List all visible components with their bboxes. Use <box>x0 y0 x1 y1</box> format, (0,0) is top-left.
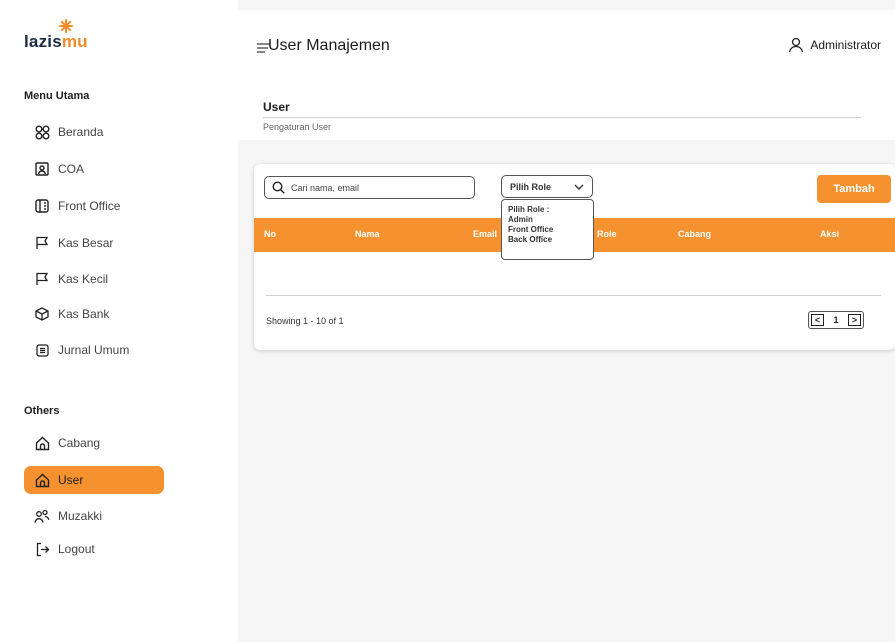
home-icon <box>34 472 50 488</box>
section-heading: User <box>263 100 290 114</box>
sidebar-item-label: Kas Bank <box>58 307 110 321</box>
others-title: Others <box>24 405 60 417</box>
column-header-cabang: Cabang <box>678 229 712 239</box>
current-page[interactable]: 1 <box>833 315 838 325</box>
search-icon <box>272 181 285 194</box>
document-icon <box>34 342 50 358</box>
sidebar-item-label: Beranda <box>58 125 104 139</box>
sidebar-item-label: Logout <box>58 542 95 556</box>
home-icon <box>34 435 50 451</box>
flag-icon <box>34 235 50 251</box>
chevron-down-icon <box>574 182 584 192</box>
sidebar-item-front-office[interactable]: Front Office <box>24 192 164 220</box>
sidebar: lazismu Menu Utama Beranda COA Front Off… <box>0 0 238 642</box>
sidebar-item-label: Kas Besar <box>58 236 114 250</box>
section-header: User Pengaturan User <box>238 80 895 140</box>
sidebar-item-label: Jurnal Umum <box>58 343 130 357</box>
brand-part1: lazis <box>24 32 62 51</box>
prev-page-button[interactable]: < <box>811 314 824 326</box>
sidebar-item-kas-bank[interactable]: Kas Bank <box>24 300 164 328</box>
pagination-info: Showing 1 - 10 of 1 <box>266 316 344 326</box>
sidebar-item-jurnal-umum[interactable]: Jurnal Umum <box>24 336 164 364</box>
box-icon <box>34 306 50 322</box>
sidebar-item-coa[interactable]: COA <box>24 155 164 183</box>
main-area: User Manajemen Administrator User Pengat… <box>238 0 895 642</box>
role-select-label: Pilih Role <box>510 181 552 192</box>
logout-icon <box>34 541 50 557</box>
grid-icon <box>34 124 50 140</box>
brand-part2: mu <box>61 32 88 51</box>
role-select[interactable]: Pilih Role <box>501 175 593 198</box>
building-icon <box>34 198 50 214</box>
user-icon <box>788 37 804 53</box>
column-header-no: No <box>264 229 276 239</box>
sidebar-item-cabang[interactable]: Cabang <box>24 429 164 457</box>
pagination: < 1 > <box>808 311 864 329</box>
role-option-admin[interactable]: Admin <box>508 215 587 225</box>
sidebar-item-label: Front Office <box>58 199 121 213</box>
user-name: Administrator <box>810 38 881 52</box>
sidebar-item-label: COA <box>58 162 85 176</box>
topbar: User Manajemen Administrator <box>238 10 895 80</box>
sidebar-item-kas-kecil[interactable]: Kas Kecil <box>24 265 164 293</box>
role-option-back-office[interactable]: Back Office <box>508 235 587 245</box>
sidebar-item-kas-besar[interactable]: Kas Besar <box>24 229 164 257</box>
column-header-aksi: Aksi <box>820 229 840 239</box>
sidebar-item-muzakki[interactable]: Muzakki <box>24 502 164 530</box>
menu-utama-title: Menu Utama <box>24 90 90 102</box>
sidebar-item-label: Muzakki <box>58 509 103 523</box>
users-icon <box>34 508 50 524</box>
column-header-role: Role <box>597 229 617 239</box>
sidebar-item-logout[interactable]: Logout <box>24 535 164 563</box>
page-title: User Manajemen <box>268 37 390 54</box>
search-input[interactable] <box>291 182 461 193</box>
add-user-button[interactable]: Tambah <box>817 175 891 203</box>
logo-star-icon <box>59 19 73 33</box>
divider <box>263 117 861 118</box>
next-page-button[interactable]: > <box>847 314 861 326</box>
sidebar-item-beranda[interactable]: Beranda <box>24 118 164 146</box>
user-card-icon <box>34 161 50 177</box>
search-box[interactable] <box>264 176 475 199</box>
sidebar-item-label: Kas Kecil <box>58 272 109 286</box>
role-dropdown-menu: Pilih Role : Admin Front Office Back Off… <box>501 199 594 260</box>
role-option-header: Pilih Role : <box>508 205 550 214</box>
sidebar-item-user[interactable]: User <box>24 466 164 494</box>
sidebar-item-label: Cabang <box>58 436 101 450</box>
sidebar-item-label: User <box>58 473 84 487</box>
user-menu[interactable]: Administrator <box>788 37 881 53</box>
column-header-nama: Nama <box>355 229 380 239</box>
flag-icon <box>34 271 50 287</box>
column-header-email: Email <box>473 229 498 239</box>
table-divider <box>266 295 881 296</box>
role-option-front-office[interactable]: Front Office <box>508 225 587 235</box>
section-subtitle: Pengaturan User <box>263 122 332 132</box>
